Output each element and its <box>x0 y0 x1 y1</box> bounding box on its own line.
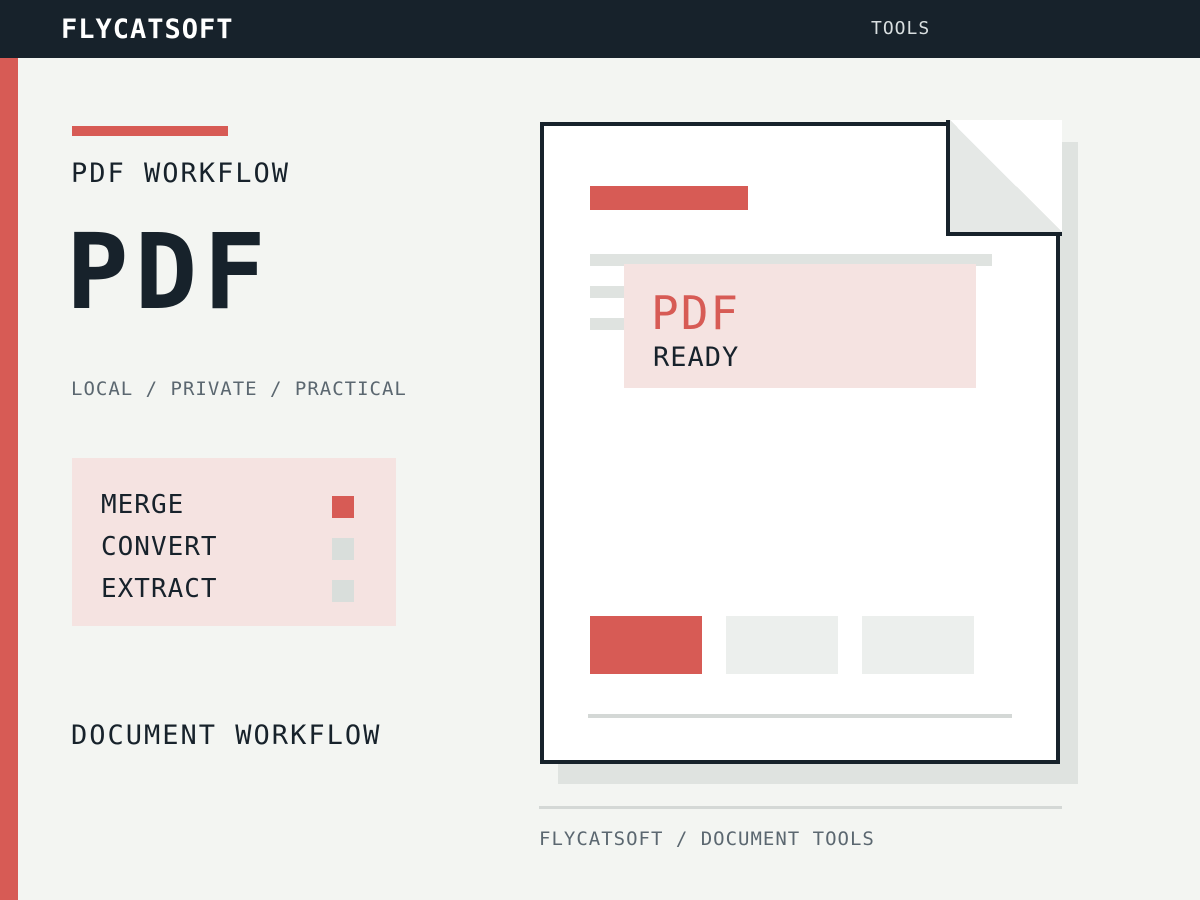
brand-logo[interactable]: FLYCATSOFT <box>61 14 234 45</box>
document-action-button-primary[interactable] <box>590 616 702 674</box>
document-action-button-tertiary[interactable] <box>862 616 974 674</box>
footer-caption: FLYCATSOFT / DOCUMENT TOOLS <box>539 828 875 850</box>
status-title: PDF <box>651 286 741 340</box>
status-subtitle: READY <box>653 342 740 373</box>
feature-merge-indicator[interactable] <box>332 496 354 518</box>
hero-title: PDF <box>66 211 272 333</box>
feature-list: MERGE CONVERT EXTRACT <box>72 458 396 626</box>
accent-bar <box>72 126 228 136</box>
document-workflow-label: DOCUMENT WORKFLOW <box>71 720 382 751</box>
left-accent-stripe <box>0 58 18 900</box>
top-bar: FLYCATSOFT TOOLS <box>0 0 1200 58</box>
eyebrow-label: PDF WORKFLOW <box>71 158 291 189</box>
document-heading-bar <box>590 186 748 210</box>
status-card: PDF READY <box>624 264 976 388</box>
feature-convert-indicator[interactable] <box>332 538 354 560</box>
feature-extract-indicator[interactable] <box>332 580 354 602</box>
nav-tools-link[interactable]: TOOLS <box>871 18 930 39</box>
document-divider <box>588 714 1012 718</box>
feature-extract-label[interactable]: EXTRACT <box>101 574 218 604</box>
feature-merge-label[interactable]: MERGE <box>101 490 184 520</box>
page-fold-icon <box>946 120 1062 236</box>
caption-divider <box>539 806 1062 809</box>
document-action-button-secondary[interactable] <box>726 616 838 674</box>
feature-convert-label[interactable]: CONVERT <box>101 532 218 562</box>
tagline: LOCAL / PRIVATE / PRACTICAL <box>71 378 407 400</box>
